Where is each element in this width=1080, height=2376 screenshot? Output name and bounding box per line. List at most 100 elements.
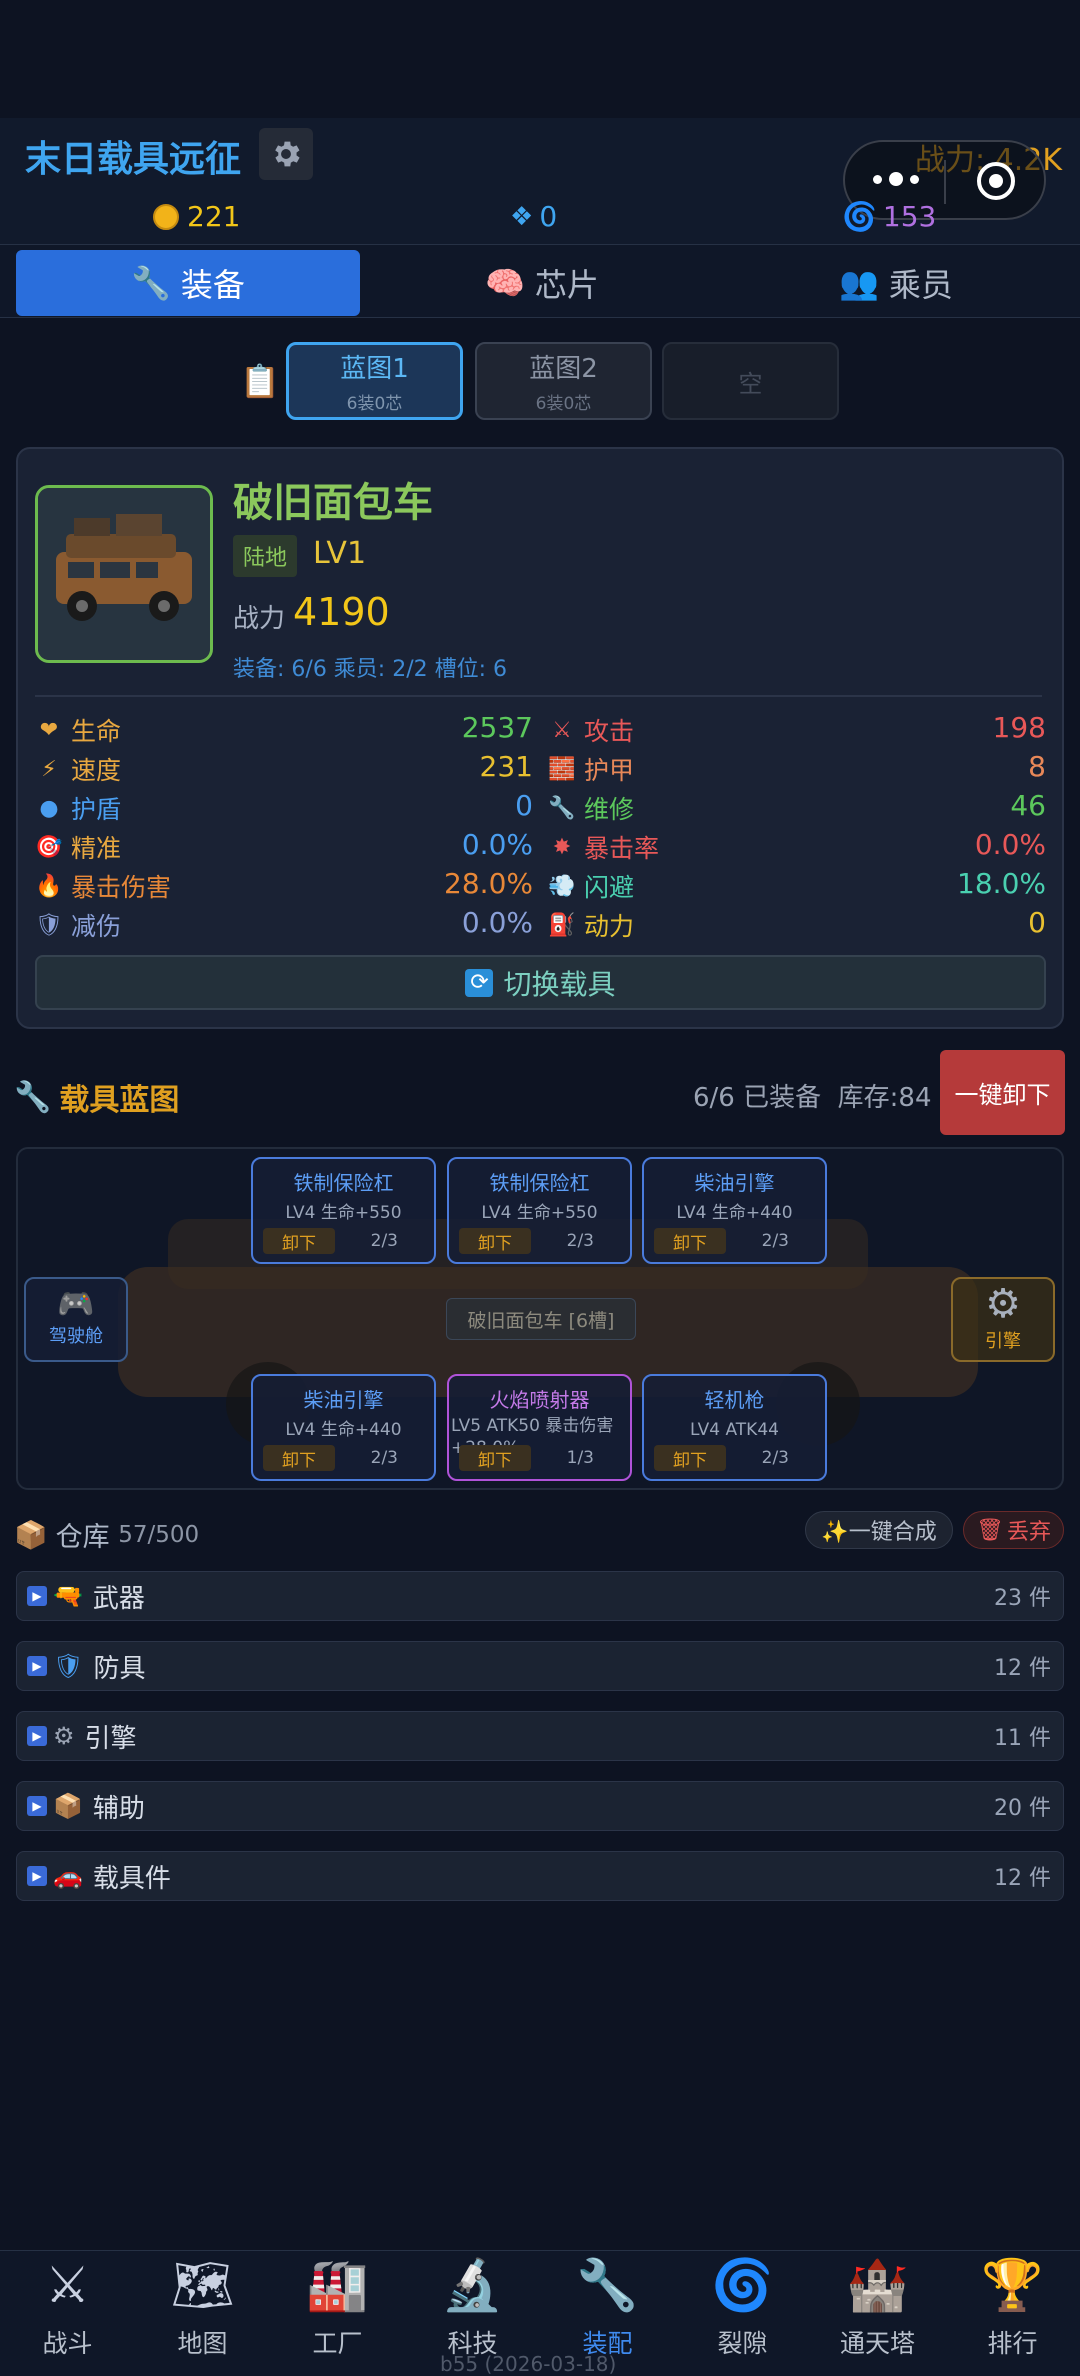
divider [35,695,1042,697]
stat-label: 精准 [71,834,122,863]
nav-item[interactable]: 🌀 裂隙 [675,2252,810,2376]
expand-icon[interactable]: ▶ [27,1586,47,1606]
blueprint-empty-button[interactable]: 空 [662,342,839,420]
stat-row: 🎯 精准 [35,830,121,864]
slot-item-desc: LV4 生命+550 [285,1203,402,1223]
version-label: b55 (2026-03-18) [440,2352,617,2376]
burst-icon: ✸ [552,834,572,860]
category-row[interactable]: ▶ 🛡 防具 12 件 [16,1641,1064,1691]
expand-icon[interactable]: ▶ [27,1796,47,1816]
unload-button[interactable]: 卸下 [263,1228,335,1254]
equip-status: 6/6 已装备 库存:84 [693,1083,932,1113]
nav-item[interactable]: ⚔ 战斗 [0,2252,135,2376]
category-name: 武器 [92,1583,145,1614]
stat-value: 46 [1010,789,1046,822]
vehicle-name: 破旧面包车 [233,480,433,526]
unload-button[interactable]: 卸下 [459,1445,531,1471]
discard-button[interactable]: 🗑 丢弃 [963,1511,1064,1549]
stat-value: 0 [1028,906,1046,939]
merge-all-button[interactable]: ✨一键合成 [805,1511,953,1549]
category-count: 12 件 [994,1866,1051,1891]
warehouse-title: 📦 仓库 57/500 [14,1519,200,1554]
nav-item[interactable]: 🏭 工厂 [270,2252,405,2376]
swords-icon: ⚔ [45,2256,90,2314]
expand-icon[interactable]: ▶ [27,1866,47,1886]
blueprint-1-button[interactable]: 蓝图1 6装0芯 [286,342,463,420]
stat-label: 闪避 [584,873,635,902]
unload-button[interactable]: 卸下 [263,1445,335,1471]
coin-counter: 221 [153,200,240,233]
engine-slot[interactable]: ⚙ 引擎 [951,1277,1055,1362]
equipment-slot[interactable]: 火焰喷射器LV5 ATK50 暴击伤害+28.0%卸下1/3 [447,1374,632,1481]
stat-label: 暴击伤害 [71,873,172,902]
gear-icon: ⚙ [985,1281,1021,1327]
category-row[interactable]: ▶ 📦 辅助 20 件 [16,1781,1064,1831]
category-row[interactable]: ▶ 🚗 载具件 12 件 [16,1851,1064,1901]
fire-icon: 🔥 [35,873,63,899]
slot-count: 2/3 [370,1448,398,1468]
blueprint-section-title: 🔧 载具蓝图 [14,1079,180,1119]
power-value: 4190 [293,590,390,634]
stat-row: ⚡ 速度 [35,752,121,786]
slot-item-name: 火焰喷射器 [489,1388,590,1412]
gamepad-icon: 🎮 [57,1287,95,1322]
equipment-slot[interactable]: 柴油引擎 LV4 生命+440 卸下 2/3 [642,1157,827,1264]
clipboard-icon[interactable]: 📋 [240,362,280,400]
equipment-slot[interactable]: 铁制保险杠 LV4 生命+550 卸下 2/3 [251,1157,436,1264]
slot-count: 2/3 [761,1448,789,1468]
unload-button[interactable]: 卸下 [654,1445,726,1471]
stat-label: 动力 [584,912,635,941]
stat-row: ⚔ 攻击 [548,713,634,747]
expand-icon[interactable]: ▶ [27,1656,47,1676]
settings-button[interactable] [259,128,313,180]
blueprint-2-button[interactable]: 蓝图2 6装0芯 [475,342,652,420]
nav-label: 战斗 [42,2329,93,2358]
stat-label: 速度 [71,756,122,785]
category-row[interactable]: ▶ ⚙ 引擎 11 件 [16,1711,1064,1761]
equipment-slot[interactable]: 轻机枪 LV4 ATK44 卸下 2/3 [642,1374,827,1481]
stat-label: 护甲 [584,756,635,785]
tab-crew[interactable]: 👥 乘员 [724,250,1068,316]
unload-button[interactable]: 卸下 [459,1228,531,1254]
nav-item[interactable]: 🗺 地图 [135,2252,270,2376]
car-icon: 🚗 [53,1862,83,1890]
vehicle-image [35,485,213,663]
category-count: 12 件 [994,1656,1051,1681]
refresh-icon: ⟳ [465,968,494,997]
stat-value: 2537 [461,711,533,744]
switch-vehicle-button[interactable]: ⟳ 切换载具 [35,955,1046,1010]
fuel-icon: ⛽ [548,912,576,938]
category-row[interactable]: ▶ 🔫 武器 23 件 [16,1571,1064,1621]
category-name: 辅助 [92,1793,145,1824]
cockpit-slot[interactable]: 🎮 驾驶舱 [24,1277,128,1362]
slot-item-desc: LV4 生命+550 [481,1203,598,1223]
box-icon: 📦 [53,1792,83,1820]
category-name: 引擎 [84,1723,137,1754]
more-icon[interactable] [873,172,919,186]
slot-item-name: 铁制保险杠 [293,1171,394,1195]
equipment-slot[interactable]: 铁制保险杠 LV4 生命+550 卸下 2/3 [447,1157,632,1264]
wrench-icon: 🔧 [548,795,576,821]
tab-equipment[interactable]: 🔧 装备 [16,250,360,316]
app-title: 末日载具远征 [25,139,242,180]
stat-value: 198 [992,711,1046,744]
wrench-icon: 🔧 [131,264,171,302]
stat-value: 8 [1028,750,1046,783]
unload-button[interactable]: 卸下 [654,1228,726,1254]
close-miniprogram-icon[interactable] [977,162,1015,200]
expand-icon[interactable]: ▶ [27,1726,47,1746]
gear-icon [275,141,300,167]
stat-row: 🛡 减伤 [35,908,121,942]
nav-item[interactable]: 🏆 排行 [945,2252,1080,2376]
equipment-slot[interactable]: 柴油引擎 LV4 生命+440 卸下 2/3 [251,1374,436,1481]
power-label: 战力 [233,604,286,634]
category-name: 载具件 [92,1863,171,1894]
slot-count: 1/3 [566,1448,594,1468]
slot-item-name: 轻机枪 [704,1388,765,1412]
wrench-icon: 🔧 [14,1079,52,1115]
tab-chips[interactable]: 🧠 芯片 [370,250,714,316]
stat-row: ⛽ 动力 [548,908,634,942]
unload-all-button[interactable]: 一键卸下 [940,1050,1065,1135]
nav-item[interactable]: 🏰 通天塔 [810,2252,945,2376]
stat-value: 0.0% [461,906,533,939]
